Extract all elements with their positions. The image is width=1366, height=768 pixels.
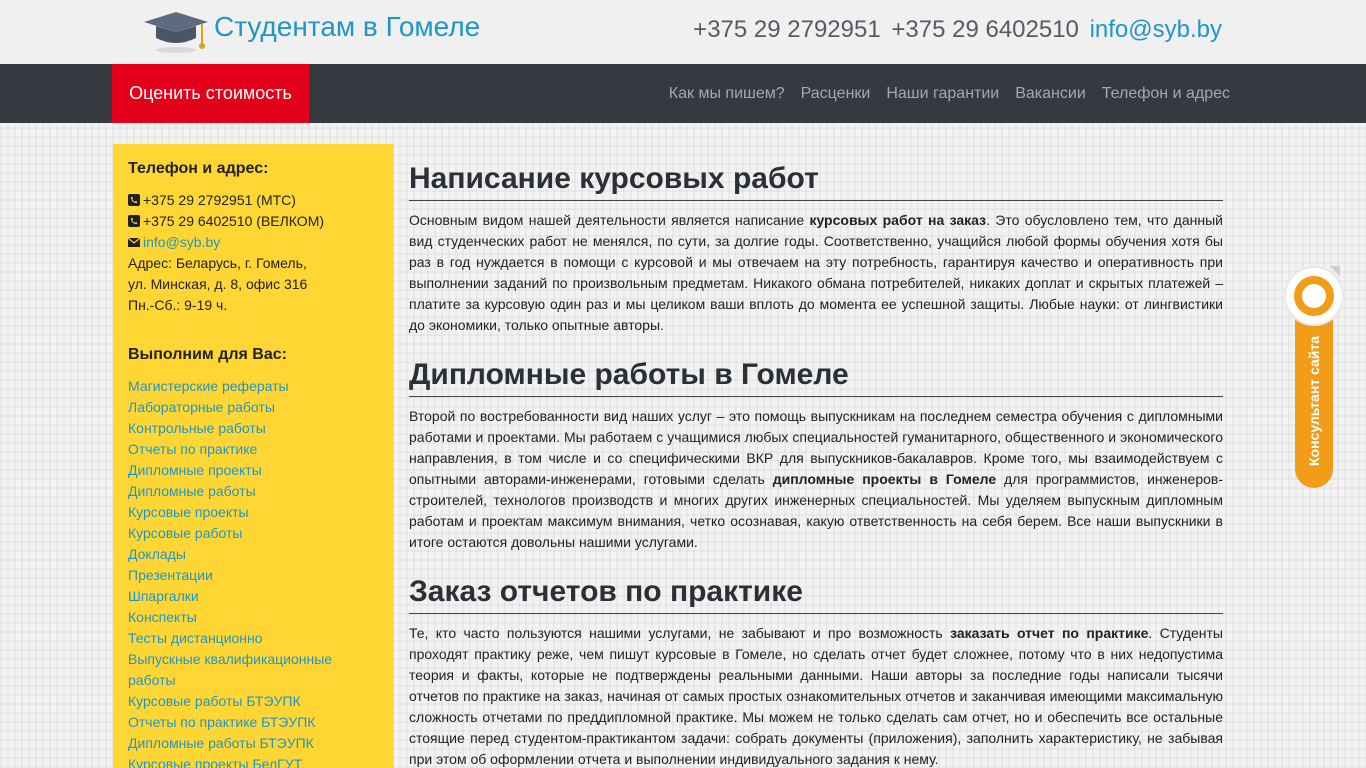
sidebar: Телефон и адрес: +375 29 2792951 (МТС) +… [113,144,394,768]
service-link[interactable]: Презентации [128,565,379,586]
corner-triangle-icon [1330,266,1340,276]
service-link[interactable]: Курсовые работы БТЭУПК [128,691,379,712]
address-line-1: Адрес: Беларусь, г. Гомель, [128,255,307,271]
header-email-link[interactable]: info@syb.by [1090,16,1222,43]
site-consultant-widget[interactable]: Консультант сайта [1284,266,1344,490]
site-logo[interactable]: Студентам в Гомеле [142,10,480,54]
nav-vacancies[interactable]: Вакансии [1015,85,1086,103]
nav-links: Как мы пишем? Расценки Наши гарантии Вак… [653,64,1230,123]
service-link[interactable]: Шпаргалки [128,586,379,607]
service-link[interactable]: Отчеты по практике БТЭУПК [128,712,379,733]
service-link[interactable]: Конспекты [128,607,379,628]
graduation-cap-icon [144,12,208,53]
service-link[interactable]: Курсовые проекты [128,502,379,523]
service-link[interactable]: Тесты дистанционно [128,628,379,649]
phone-square-icon [128,194,140,206]
section-title-practice-report: Заказ отчетов по практике [409,573,1223,614]
service-link[interactable]: Лабораторные работы [128,397,379,418]
nav-prices[interactable]: Расценки [801,85,871,103]
service-link[interactable]: Дипломные работы [128,481,379,502]
service-link[interactable]: Выпускные квалификационные работы [128,649,379,691]
sidebar-phone-2: +375 29 6402510 (ВЕЛКОМ) [128,211,379,232]
site-title[interactable]: Студентам в Гомеле [214,11,480,43]
estimate-cost-button[interactable]: Оценить стоимость [112,64,309,123]
sidebar-email: info@syb.by [128,232,379,253]
header-phone-1[interactable]: +375 29 2792951 [693,16,881,43]
main-content: Написание курсовых работ Основным видом … [409,160,1223,768]
section-title-coursework: Написание курсовых работ [409,160,1223,201]
service-link[interactable]: Курсовые работы [128,523,379,544]
services-heading: Выполним для Вас: [128,346,287,363]
top-bar: Студентам в Гомеле +375 29 2792951 +375 … [0,0,1366,64]
service-link[interactable]: Контрольные работы [128,418,379,439]
header-phone-2[interactable]: +375 29 6402510 [891,16,1079,43]
main-navbar: Оценить стоимость Как мы пишем? Расценки… [0,64,1366,123]
phone-square-icon [128,215,140,227]
address-line-2: ул. Минская, д. 8, офис 316 [128,276,308,292]
sidebar-phone-1: +375 29 2792951 (МТС) [128,190,379,211]
contact-heading: Телефон и адрес: [128,160,269,177]
service-link[interactable]: Дипломные проекты [128,460,379,481]
service-link[interactable]: Магистерские рефераты [128,376,379,397]
sidebar-email-link[interactable]: info@syb.by [143,234,220,250]
nav-how-we-write[interactable]: Как мы пишем? [669,85,785,103]
section-text-coursework: Основным видом нашей деятельности являет… [409,212,1223,333]
consultant-label[interactable]: Консультант сайта [1306,336,1322,466]
service-link[interactable]: Дипломные работы БТЭУПК [128,733,379,754]
section-text-practice-report: Те, кто часто пользуются нашими услугами… [409,625,1223,767]
header-contacts: +375 29 2792951 +375 29 6402510 info@syb… [689,16,1222,44]
section-text-diploma: Второй по востребованности вид наших усл… [409,408,1223,550]
section-title-diploma: Дипломные работы в Гомеле [409,356,1223,397]
nav-contacts[interactable]: Телефон и адрес [1102,85,1230,103]
service-link[interactable]: Курсовые проекты БелГУТ [128,754,379,768]
services-list: Магистерские рефераты Лабораторные работ… [128,376,379,768]
working-hours: Пн.-Сб.: 9-19 ч. [128,297,228,313]
envelope-icon [128,237,140,247]
service-link[interactable]: Отчеты по практике [128,439,379,460]
nav-guarantees[interactable]: Наши гарантии [886,85,999,103]
service-link[interactable]: Доклады [128,544,379,565]
